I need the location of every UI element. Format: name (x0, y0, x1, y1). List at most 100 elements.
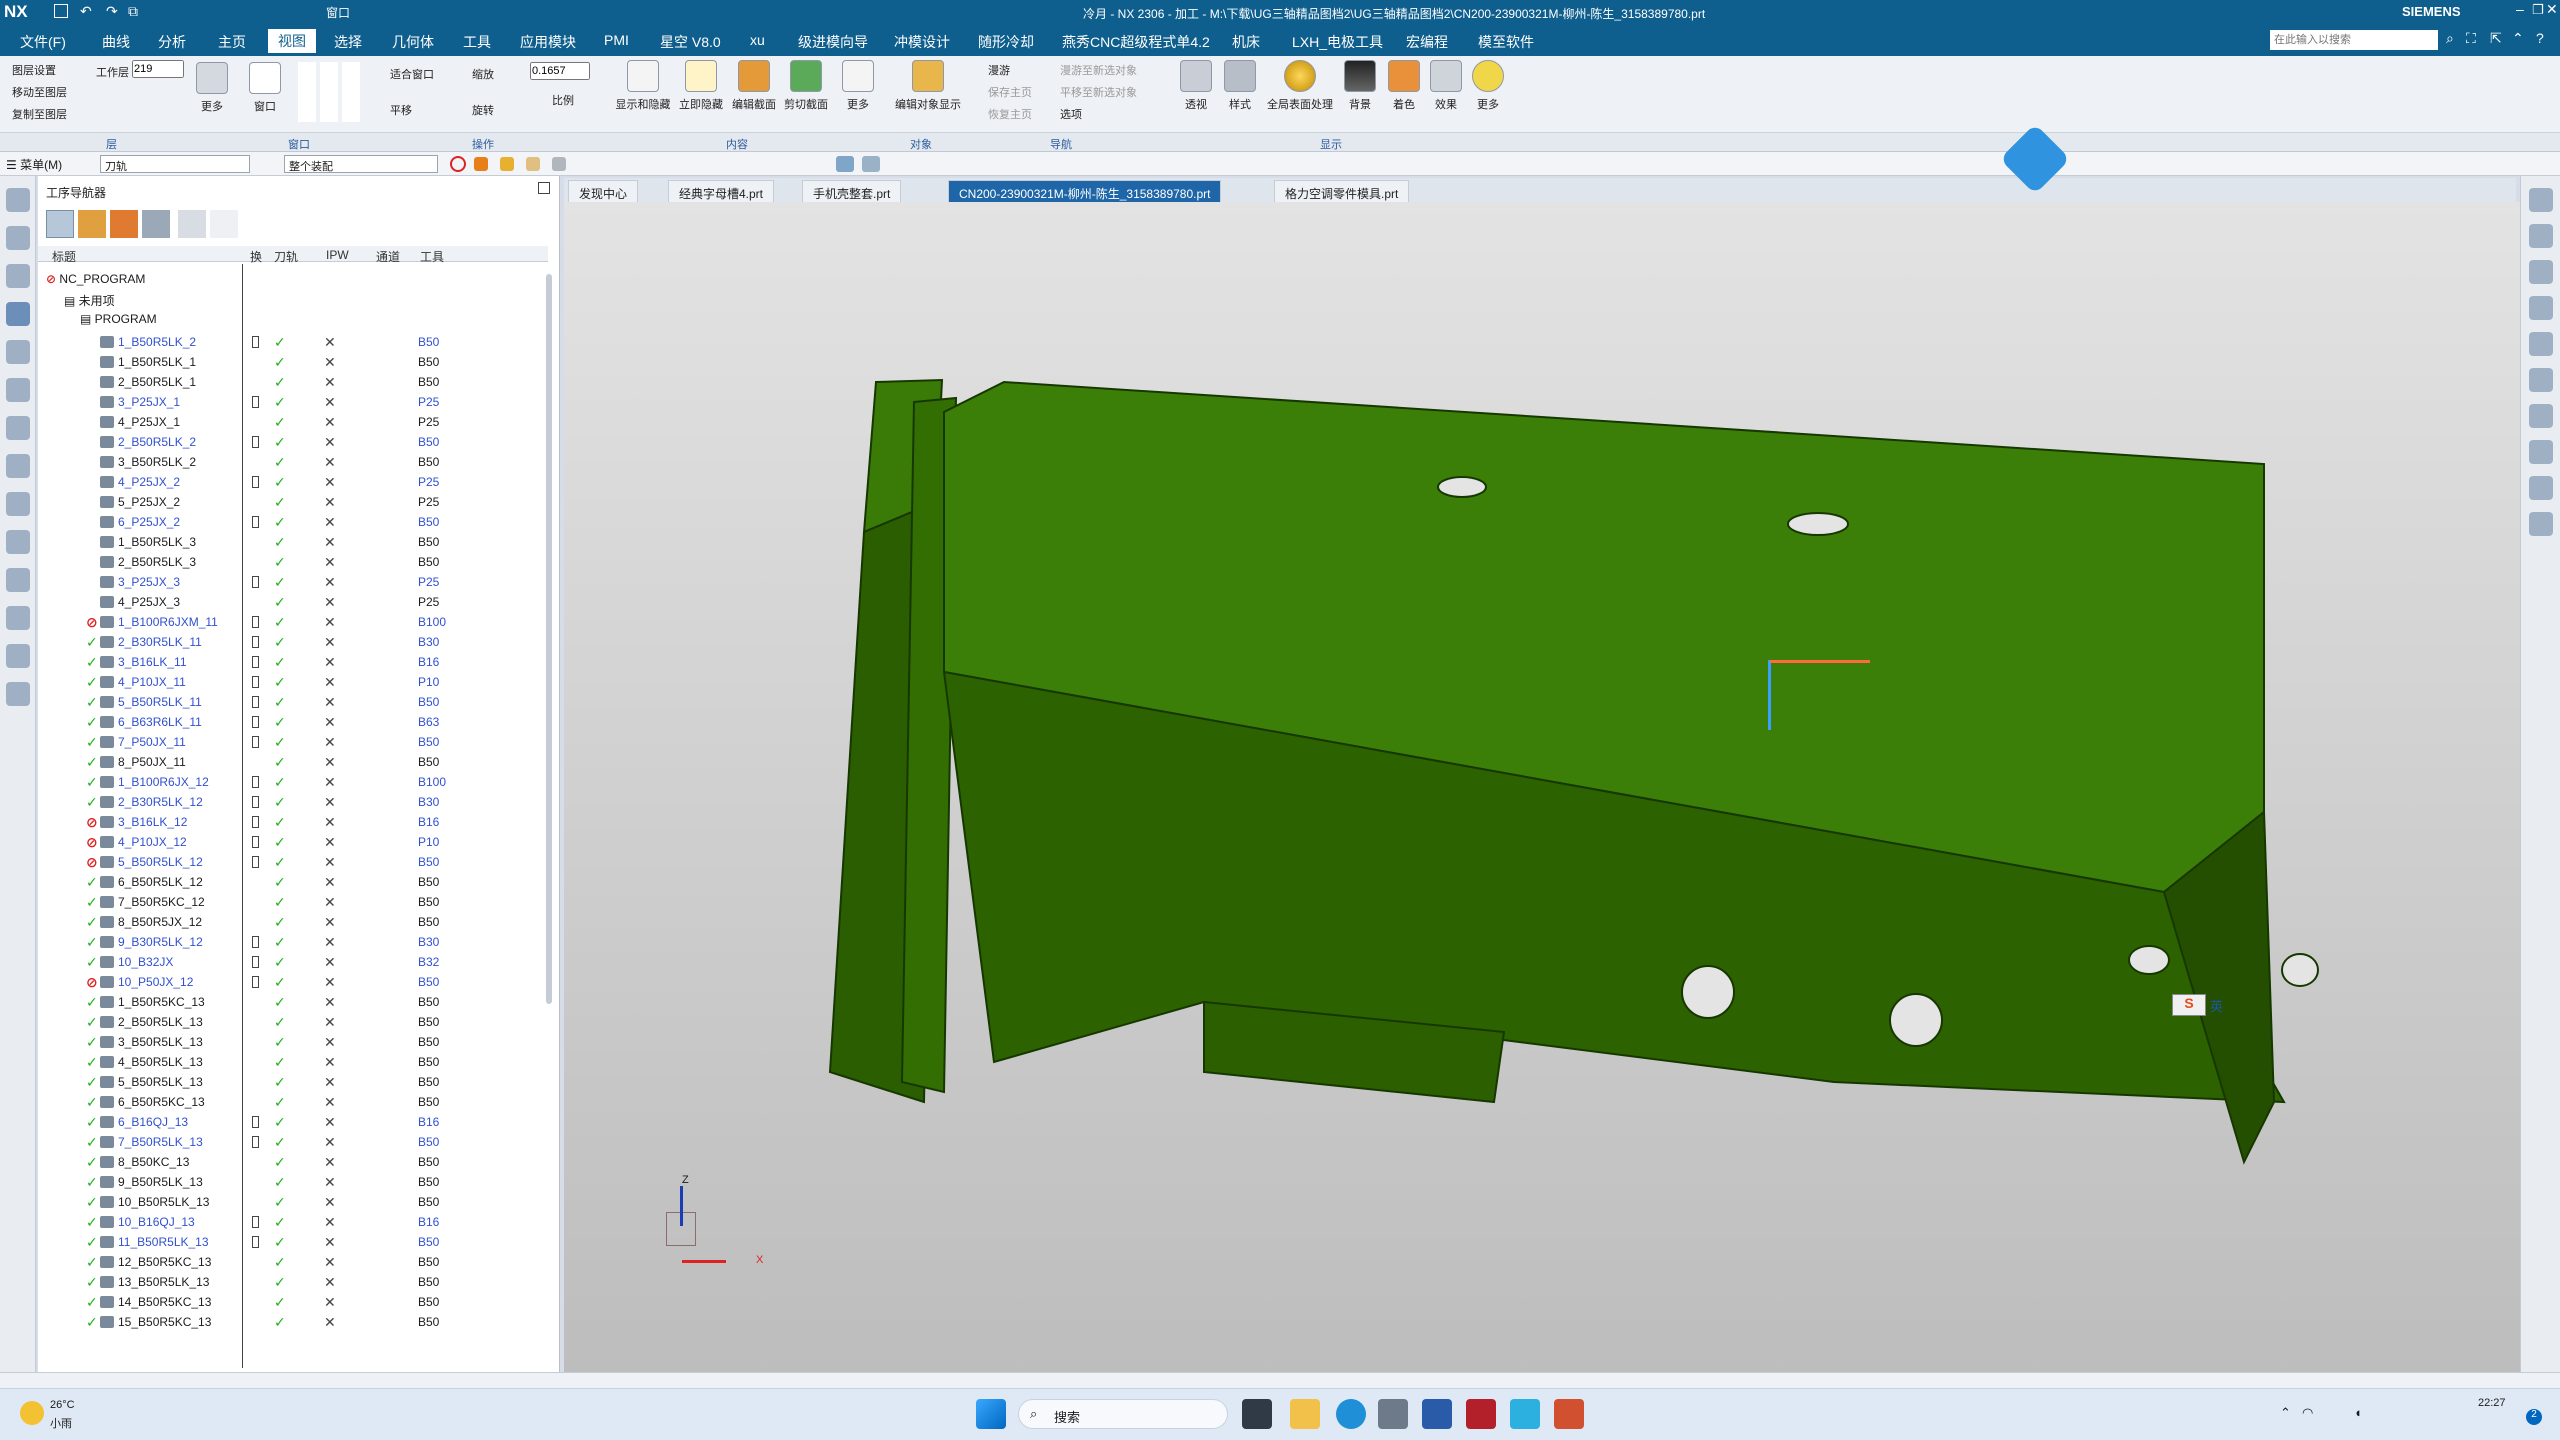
edit-object-display-button[interactable]: 编辑对象显示 (892, 60, 964, 112)
operation-row[interactable]: ✓ 6_B50R5KC_13 ✓ ✕ B50 (38, 1092, 548, 1112)
clock-icon[interactable] (5, 644, 30, 668)
operation-row[interactable]: ✓ 8_B50R5JX_12 ✓ ✕ B50 (38, 912, 548, 932)
operation-row[interactable]: ⊘ 5_B50R5LK_12 ✓ ✕ B50 (38, 852, 548, 872)
background-button[interactable]: 背景 (1340, 60, 1380, 112)
tab-phone-case[interactable]: 手机壳整套.prt (802, 180, 902, 202)
operation-row[interactable]: 4_P25JX_1 ✓ ✕ P25 (38, 412, 548, 432)
mold-model-3d[interactable] (564, 202, 2520, 1372)
undo-icon[interactable]: ↶ (80, 3, 92, 20)
minimize-icon[interactable]: – (2516, 1, 2524, 17)
operation-row[interactable]: ⊘ 10_P50JX_12 ✓ ✕ B50 (38, 972, 548, 992)
operation-row[interactable]: ✓ 7_B50R5LK_13 ✓ ✕ B50 (38, 1132, 548, 1152)
operation-row[interactable]: ✓ 2_B30R5LK_11 ✓ ✕ B30 (38, 632, 548, 652)
web-browser-icon[interactable] (5, 530, 30, 554)
operation-row[interactable]: ✓ 7_P50JX_11 ✓ ✕ B50 (38, 732, 548, 752)
start-icon[interactable] (976, 1399, 1006, 1429)
component-view-icon[interactable] (2528, 368, 2553, 392)
assembly-navigator-icon[interactable] (5, 264, 30, 288)
save-home-button[interactable]: 保存主页 (988, 84, 1032, 100)
menu-stamping-die[interactable]: 冲模设计 (894, 32, 950, 52)
operation-row[interactable]: ✓ 9_B30R5LK_12 ✓ ✕ B30 (38, 932, 548, 952)
operation-row[interactable]: 3_P25JX_3 ✓ ✕ P25 (38, 572, 548, 592)
menu-xingkong[interactable]: 星空 V8.0 (660, 32, 721, 52)
tab-discovery[interactable]: 发现中心 (568, 180, 639, 202)
operation-row[interactable]: 3_P25JX_1 ✓ ✕ P25 (38, 392, 548, 412)
machine-tool-icon[interactable] (5, 340, 30, 364)
no-entry-icon[interactable] (450, 156, 466, 172)
hide-icon[interactable] (2528, 332, 2553, 356)
operation-row[interactable]: ✓ 6_B50R5LK_12 ✓ ✕ B50 (38, 872, 548, 892)
palette-icon[interactable] (5, 606, 30, 630)
menu-home[interactable]: 主页 (218, 32, 246, 52)
graphics-viewport[interactable]: S 英 Z X (564, 123, 2520, 1372)
operation-row[interactable]: 1_B50R5LK_1 ✓ ✕ B50 (38, 352, 548, 372)
show-hide-button[interactable]: 显示和隐藏 (612, 60, 674, 112)
nav-options-button[interactable]: 选项 (1060, 106, 1082, 122)
layer-view-icon[interactable] (2528, 404, 2553, 428)
menu-yanxiu-cnc[interactable]: 燕秀CNC超级程式单4.2 (1062, 32, 1210, 52)
move-to-layer-button[interactable]: 移动至图层 (12, 84, 67, 100)
shading-button[interactable]: 着色 (1384, 60, 1424, 112)
operation-row[interactable]: ⊘ 4_P10JX_12 ✓ ✕ P10 (38, 832, 548, 852)
edge-icon[interactable] (1336, 1399, 1366, 1429)
app-icon[interactable] (1554, 1399, 1584, 1429)
save-icon[interactable] (54, 4, 68, 18)
col-toolpath[interactable]: 刀轨 (274, 248, 298, 265)
method-view-icon[interactable] (142, 210, 170, 238)
eye-toggle-icon[interactable] (2528, 476, 2553, 500)
operation-row[interactable]: ✓ 1_B50R5KC_13 ✓ ✕ B50 (38, 992, 548, 1012)
display-more-button[interactable]: 更多 (1468, 60, 1508, 112)
fit-view-icon[interactable] (2528, 188, 2553, 212)
roles-icon[interactable] (5, 568, 30, 592)
table-icon[interactable] (2528, 440, 2553, 464)
constraint-icon[interactable] (5, 416, 30, 440)
operation-row[interactable]: ✓ 2_B50R5LK_13 ✓ ✕ B50 (38, 1012, 548, 1032)
layer-more-button[interactable]: 更多 (192, 62, 232, 114)
panel-maximize-icon[interactable] (538, 182, 550, 194)
global-surface-button[interactable]: 全局表面处理 (1264, 60, 1336, 112)
operation-row[interactable]: ✓ 12_B50R5KC_13 ✓ ✕ B50 (38, 1252, 548, 1272)
operation-row[interactable]: 4_P25JX_2 ✓ ✕ P25 (38, 472, 548, 492)
tree-program[interactable]: ▤ PROGRAM (80, 312, 157, 326)
operation-row[interactable]: 2_B50R5LK_3 ✓ ✕ B50 (38, 552, 548, 572)
operation-row[interactable]: ✓ 13_B50R5LK_13 ✓ ✕ B50 (38, 1272, 548, 1292)
content-more-button[interactable]: 更多 (836, 60, 880, 112)
rotate-button[interactable]: 旋转 (472, 102, 494, 118)
operation-row[interactable]: ⊘ 1_B100R6JXM_11 ✓ ✕ B100 (38, 612, 548, 632)
edit-section-button[interactable]: 编辑截面 (728, 60, 780, 112)
ruler-icon[interactable] (5, 682, 30, 706)
operation-row[interactable]: 1_B50R5LK_3 ✓ ✕ B50 (38, 532, 548, 552)
operation-row[interactable]: ✓ 14_B50R5KC_13 ✓ ✕ B50 (38, 1292, 548, 1312)
style-button[interactable]: 样式 (1220, 60, 1260, 112)
reuse-library-icon[interactable] (5, 454, 30, 478)
menu-progressive-die[interactable]: 级进模向导 (798, 32, 868, 52)
menu-curve[interactable]: 曲线 (102, 32, 130, 52)
geometry-view-icon[interactable] (110, 210, 138, 238)
main-menu-button[interactable]: ☰ 菜单(M) (6, 156, 62, 173)
help-icon[interactable]: ? (2536, 30, 2544, 46)
perspective-button[interactable]: 透视 (1176, 60, 1216, 112)
operation-row[interactable]: ✓ 4_B50R5LK_13 ✓ ✕ B50 (38, 1052, 548, 1072)
operation-navigator-icon[interactable] (5, 302, 30, 326)
restore-home-button[interactable]: 恢复主页 (988, 106, 1032, 122)
operation-row[interactable]: ✓ 1_B100R6JX_12 ✓ ✕ B100 (38, 772, 548, 792)
operation-row[interactable]: ✓ 3_B50R5LK_13 ✓ ✕ B50 (38, 1032, 548, 1052)
menu-machine[interactable]: 机床 (1232, 32, 1260, 52)
history-icon[interactable] (5, 492, 30, 516)
sheet-icon[interactable] (526, 157, 540, 171)
operation-row[interactable]: 1_B50R5LK_2 ✓ ✕ B50 (38, 332, 548, 352)
operation-row[interactable]: ✓ 6_B63R6LK_11 ✓ ✕ B63 (38, 712, 548, 732)
operation-row[interactable]: ✓ 10_B32JX ✓ ✕ B32 (38, 952, 548, 972)
window-button[interactable]: 窗口 (246, 62, 284, 114)
zoom-button[interactable]: 缩放 (472, 66, 494, 82)
menu-conformal-cooling[interactable]: 随形冷却 (978, 32, 1034, 52)
tree-root[interactable]: ⊘ NC_PROGRAM (46, 272, 145, 286)
operation-row[interactable]: ✓ 9_B50R5LK_13 ✓ ✕ B50 (38, 1172, 548, 1192)
network-app-icon[interactable] (1510, 1399, 1540, 1429)
col-channel[interactable]: 通道 (376, 248, 400, 265)
col-title[interactable]: 标题 (52, 248, 76, 265)
scope-filter-select[interactable]: 整个装配 (284, 155, 438, 173)
menu-analysis[interactable]: 分析 (158, 32, 186, 52)
tree-unused[interactable]: ▤ 未用项 (64, 292, 115, 309)
menu-geometry[interactable]: 几何体 (392, 32, 434, 52)
